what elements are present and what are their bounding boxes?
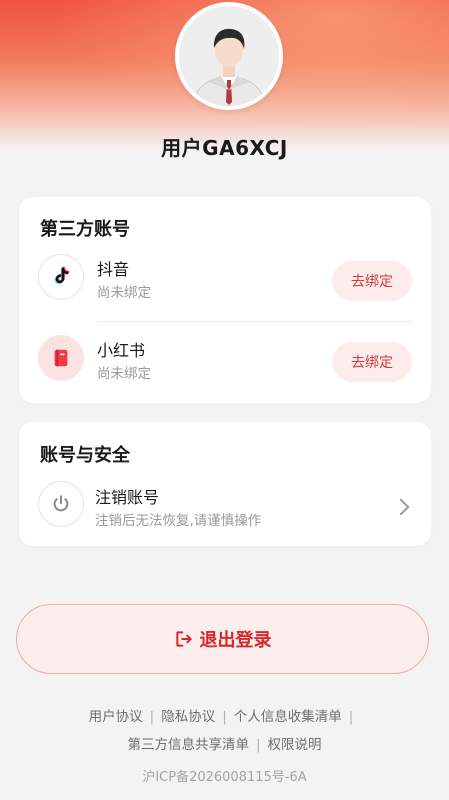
footer-separator: | bbox=[149, 709, 155, 725]
third-party-accounts-card: 第三方账号 抖音 尚未绑定 去绑定 小红书 尚未绑定 去绑定 bbox=[19, 197, 431, 403]
xiaohongshu-label: 小红书 bbox=[97, 341, 146, 360]
power-icon bbox=[38, 481, 84, 527]
list-item-xiaohongshu[interactable]: 小红书 尚未绑定 去绑定 bbox=[19, 322, 431, 394]
footer-separator: | bbox=[255, 737, 261, 753]
bind-douyin-button[interactable]: 去绑定 bbox=[332, 261, 412, 301]
list-item-delete-account[interactable]: 注销账号 注销后无法恢复,请谨慎操作 bbox=[19, 472, 431, 544]
footer-links-row1: 用户协议 | 隐私协议 | 个人信息收集清单 | bbox=[0, 705, 449, 725]
footer-separator: | bbox=[222, 709, 227, 725]
avatar[interactable] bbox=[175, 2, 283, 110]
avatar-person-icon bbox=[179, 6, 279, 106]
bind-xiaohongshu-button[interactable]: 去绑定 bbox=[332, 342, 412, 382]
account-security-card: 账号与安全 注销账号 注销后无法恢复,请谨慎操作 bbox=[19, 422, 431, 546]
privacy-agreement-link[interactable]: 隐私协议 bbox=[161, 709, 215, 725]
logout-icon bbox=[175, 631, 192, 647]
footer-separator: | bbox=[348, 709, 354, 725]
third-party-title: 第三方账号 bbox=[40, 219, 130, 240]
user-agreement-link[interactable]: 用户协议 bbox=[89, 709, 143, 725]
delete-account-label: 注销账号 bbox=[95, 488, 160, 507]
personal-info-list-link[interactable]: 个人信息收集清单 bbox=[234, 709, 342, 725]
icp-filing-number: 沪ICP备2026008115号-6A bbox=[142, 770, 307, 785]
username: 用户GA6XCJ bbox=[161, 136, 288, 160]
douyin-status: 尚未绑定 bbox=[97, 285, 151, 301]
logout-button[interactable]: 退出登录 bbox=[16, 604, 429, 674]
xiaohongshu-status: 尚未绑定 bbox=[97, 366, 151, 382]
permissions-link[interactable]: 权限说明 bbox=[268, 737, 322, 753]
footer-links-row2: 第三方信息共享清单 | 权限说明 bbox=[0, 733, 449, 753]
account-security-title: 账号与安全 bbox=[40, 445, 130, 466]
logout-label: 退出登录 bbox=[199, 630, 272, 651]
douyin-label: 抖音 bbox=[97, 260, 130, 279]
tiktok-icon bbox=[38, 254, 84, 300]
third-party-sharing-list-link[interactable]: 第三方信息共享清单 bbox=[127, 737, 249, 753]
delete-account-warning: 注销后无法恢复,请谨慎操作 bbox=[95, 513, 262, 529]
list-item-douyin[interactable]: 抖音 尚未绑定 去绑定 bbox=[19, 241, 431, 313]
xiaohongshu-icon bbox=[38, 335, 84, 381]
chevron-right-icon bbox=[392, 498, 410, 516]
